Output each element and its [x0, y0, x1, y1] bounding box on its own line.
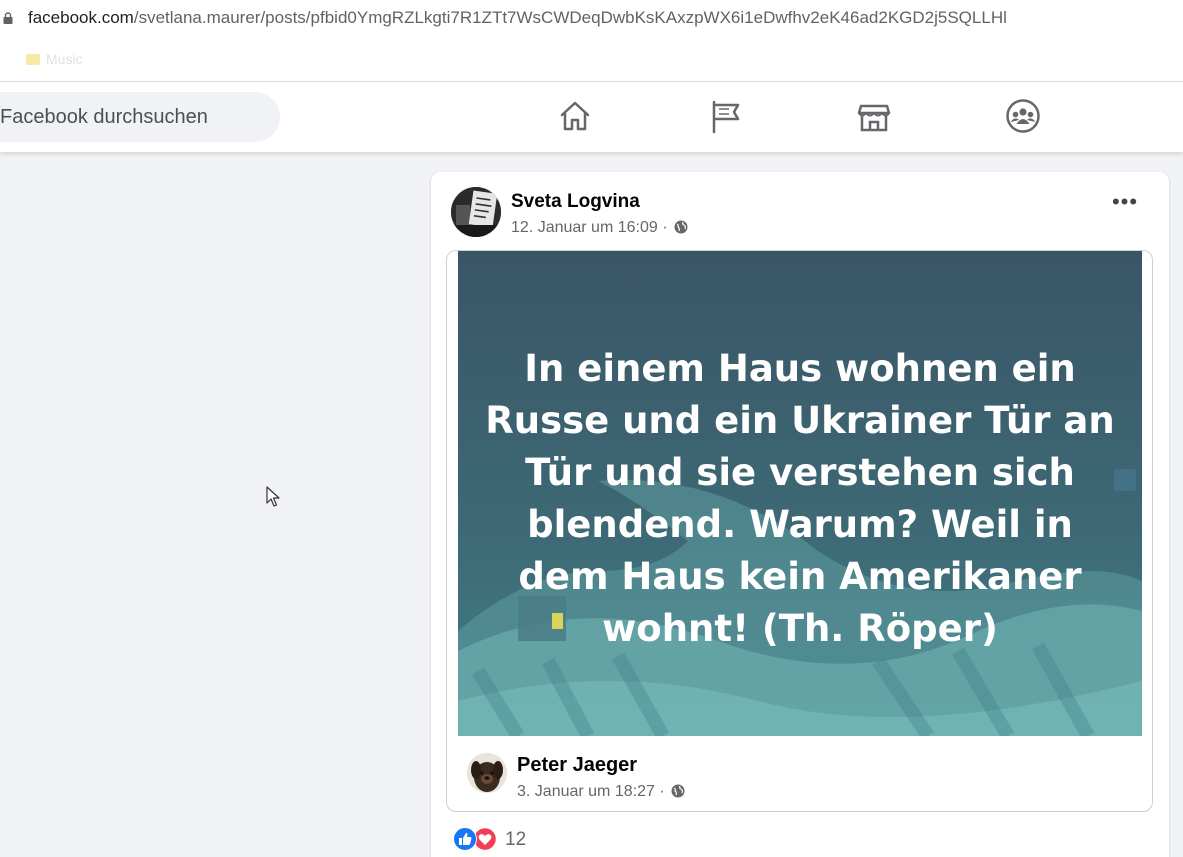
- pages-flag-icon[interactable]: [707, 98, 743, 134]
- reaction-count: 12: [505, 829, 527, 850]
- shared-post-timestamp[interactable]: 3. Januar um 18:27 ·: [517, 783, 665, 800]
- facebook-header: [0, 82, 1183, 152]
- post-author[interactable]: Sveta Logvina: [511, 191, 640, 213]
- url-host: facebook.com: [28, 8, 134, 27]
- quote-image[interactable]: In einem Haus wohnen ein Russe und ein U…: [458, 251, 1142, 736]
- search-box[interactable]: [0, 92, 280, 142]
- post-card: Sveta Logvina 12. Januar um 16:09 · •••: [431, 172, 1169, 857]
- mouse-cursor-icon: [266, 486, 280, 507]
- lock-icon: [3, 12, 13, 24]
- avatar-photo: [451, 187, 501, 237]
- bookmarks-bar: Music: [0, 36, 1183, 82]
- globe-icon: [674, 220, 688, 234]
- like-reaction-icon: [453, 827, 477, 851]
- globe-icon: [671, 784, 685, 798]
- groups-icon[interactable]: [1005, 98, 1041, 134]
- folder-icon: [26, 54, 40, 65]
- shared-author-avatar[interactable]: [467, 753, 507, 793]
- image-quote-text: In einem Haus wohnen ein Russe und ein U…: [485, 347, 1115, 650]
- post-timestamp[interactable]: 12. Januar um 16:09 ·: [511, 219, 668, 236]
- author-avatar[interactable]: [451, 187, 501, 237]
- home-icon[interactable]: [557, 98, 593, 134]
- dog-avatar-photo: [467, 753, 507, 793]
- url-path: /svetlana.maurer/posts/pfbid0YmgRZLkgti7…: [133, 8, 1007, 27]
- shared-post[interactable]: In einem Haus wohnen ein Russe und ein U…: [446, 250, 1153, 812]
- url-text[interactable]: facebook.com/svetlana.maurer/posts/pfbid…: [28, 8, 1007, 28]
- bookmark-music[interactable]: Music: [26, 51, 83, 67]
- search-input[interactable]: [0, 92, 270, 142]
- shared-post-meta: 3. Januar um 18:27 ·: [517, 783, 685, 801]
- more-options-icon[interactable]: •••: [1111, 191, 1139, 221]
- post-meta: 12. Januar um 16:09 ·: [511, 219, 688, 237]
- address-bar[interactable]: facebook.com/svetlana.maurer/posts/pfbid…: [0, 0, 1183, 36]
- shared-post-author[interactable]: Peter Jaeger: [517, 754, 637, 777]
- marketplace-icon[interactable]: [856, 98, 892, 134]
